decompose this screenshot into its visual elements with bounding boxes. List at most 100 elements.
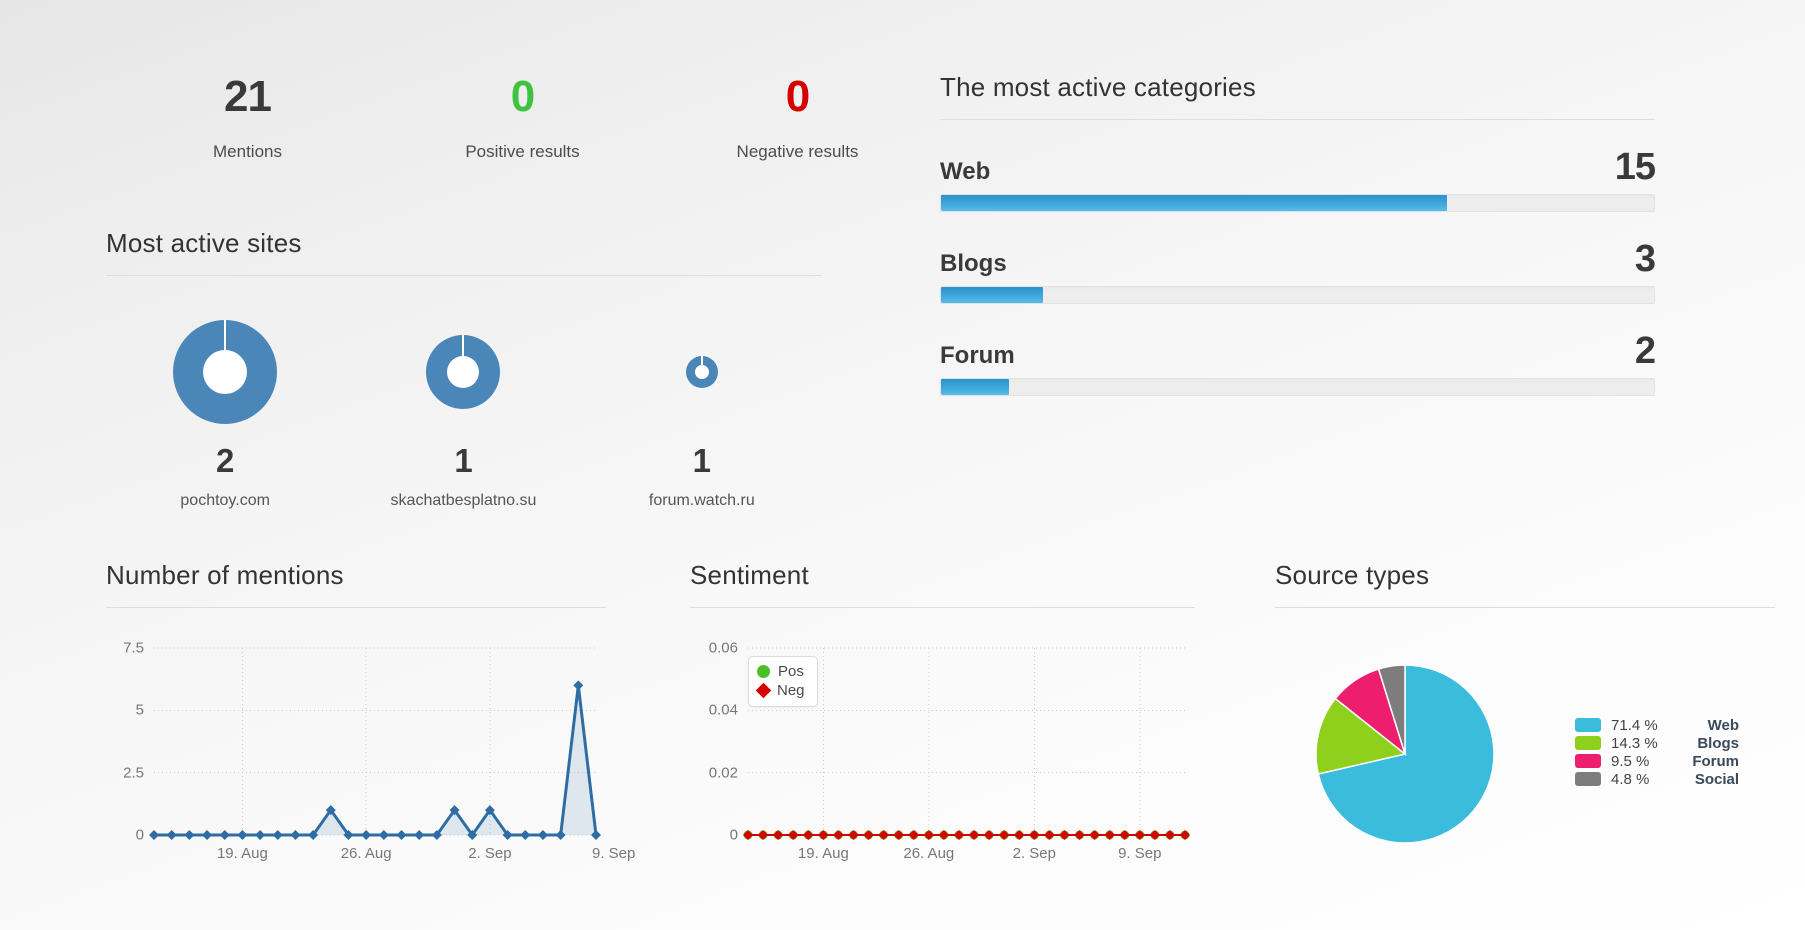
legend-color-swatch [1575,754,1601,768]
categories-list: Web 15 Blogs 3 Forum 2 [940,146,1656,396]
stat-value: 0 [785,72,810,121]
legend-percent: 71.4 % [1611,716,1658,734]
donut-chart-icon [424,318,502,426]
site-domain-label[interactable]: skachatbesplatno.su [391,492,537,510]
y-axis-tick-label: 0.04 [708,701,738,719]
y-axis-tick-label: 5 [135,701,144,719]
site-mention-count: 2 [215,442,235,479]
category-header: Forum 2 [940,330,1656,378]
category-bar-track [940,378,1655,396]
legend-color-swatch [1575,772,1601,786]
legend-item[interactable]: Pos [757,662,805,681]
category-item[interactable]: Web 15 [940,146,1656,212]
y-axis-tick-label: 0.06 [708,639,738,657]
legend-color-swatch [1575,718,1601,732]
legend-circle-icon [757,665,770,678]
most-active-categories-panel: The most active categories Web 15 Blogs 3 Fo… [940,72,1656,396]
y-axis-tick-label: 0 [729,826,738,844]
stat-mentions: 21 Mentions [110,72,385,162]
pie-legend: 71.4 % Web 14.3 % Blogs 9.5 % Forum 4.8 % Socia… [1575,716,1739,788]
site-domain-label[interactable]: forum.watch.ru [649,492,755,510]
legend-item[interactable]: 4.8 % Social [1575,770,1739,788]
source-types-plot-area: 71.4 % Web 14.3 % Blogs 9.5 % Forum 4.8 % Socia… [1275,634,1775,879]
stat-negative-results: 0 Negative results [660,72,935,162]
legend-label: Pos [778,663,804,680]
stat-value: 0 [510,72,535,121]
legend-label: Web [1707,716,1739,734]
category-item[interactable]: Blogs 3 [940,238,1656,304]
stat-label: Negative results [736,142,859,161]
mentions-chart-panel: Number of mentions 0 2.5 5 7.5 19. Aug 26. Au… [106,560,635,879]
donut-chart-icon [171,318,279,426]
category-name: Forum [940,342,1015,369]
x-axis-tick-label: 19. Aug [216,845,268,862]
section-divider [106,275,821,276]
section-title-categories: The most active categories [940,72,1256,102]
site-domain-label[interactable]: pochtoy.com [180,492,270,510]
section-title-sites: Most active sites [106,228,302,258]
section-divider [106,607,606,608]
donut-chart-icon [684,318,720,426]
category-header: Blogs 3 [940,238,1656,286]
x-axis-tick-label: 19. Aug [797,845,849,862]
legend-label: Neg [777,682,805,699]
section-divider [940,119,1655,120]
mentions-plot-area: 0 2.5 5 7.5 19. Aug 26. Aug 2. Sep 9. Sep [106,634,635,879]
legend-diamond-icon [755,682,772,699]
legend-item[interactable]: 9.5 % Forum [1575,752,1739,770]
category-value: 15 [1614,146,1656,188]
legend-item[interactable]: 14.3 % Blogs [1575,734,1739,752]
sentiment-plot-area: 0 0.02 0.04 0.06 19. Aug 26. Aug 2. Sep 9. Sep P… [690,634,1195,879]
y-axis-tick-label: 7.5 [123,639,144,657]
category-bar-track [940,286,1655,304]
summary-stats: 21 Mentions 0 Positive results 0 Negativ… [110,72,935,162]
legend-percent: 4.8 % [1611,770,1650,788]
legend-percent: 9.5 % [1611,752,1650,770]
category-value: 2 [1634,330,1656,372]
site-mention-count: 1 [454,442,473,479]
y-axis-tick-label: 0.02 [708,764,738,782]
stat-label: Mentions [213,142,282,161]
category-header: Web 15 [940,146,1656,194]
source-types-chart-panel: Source types 71.4 % Web 14.3 % Blogs 9.5 % Fo… [1275,560,1775,879]
category-value: 3 [1634,238,1656,280]
x-axis-tick-label: 9. Sep [591,845,636,862]
chart-svg [149,647,615,840]
chart-title-mentions: Number of mentions [106,560,344,590]
site-mention-count: 1 [692,442,711,479]
category-name: Blogs [940,250,1007,277]
y-axis-tick-label: 0 [135,826,144,844]
legend-color-swatch [1575,736,1601,750]
legend-label: Blogs [1697,734,1739,752]
category-bar-fill [941,195,1448,211]
category-bar-fill [941,379,1009,395]
chart-title-source-types: Source types [1275,560,1430,590]
section-divider [690,607,1195,608]
legend-label: Social [1694,770,1739,788]
legend-label: Forum [1692,752,1739,770]
stat-label: Positive results [465,142,580,161]
stat-positive-results: 0 Positive results [385,72,660,162]
legend-item[interactable]: Neg [755,681,805,700]
most-active-sites-panel: Most active sites 2 pochtoy.com 1 skachatbe… [106,228,821,510]
x-axis-tick-label: 2. Sep [468,845,512,862]
category-item[interactable]: Forum 2 [940,330,1656,396]
site-item[interactable]: 1 forum.watch.ru [583,318,821,510]
chart-title-sentiment: Sentiment [690,560,809,590]
stat-value: 21 [224,72,272,121]
sentiment-legend[interactable]: Pos Neg [748,656,818,707]
y-axis-tick-label: 2.5 [123,764,144,782]
x-axis-tick-label: 2. Sep [1012,845,1056,862]
site-item[interactable]: 2 pochtoy.com [106,318,344,510]
sites-list: 2 pochtoy.com 1 skachatbesplatno.su 1 forum.w… [106,318,821,510]
section-divider [1275,607,1775,608]
category-name: Web [940,158,991,185]
legend-percent: 14.3 % [1611,734,1658,752]
category-bar-track [940,194,1655,212]
site-item[interactable]: 1 skachatbesplatno.su [344,318,582,510]
legend-item[interactable]: 71.4 % Web [1575,716,1739,734]
x-axis-tick-label: 26. Aug [903,845,955,862]
x-axis-tick-label: 26. Aug [340,845,392,862]
x-axis-tick-label: 9. Sep [1118,845,1162,862]
sentiment-chart-panel: Sentiment 0 0.02 0.04 0.06 19. Aug 26. Aug 2. … [690,560,1195,879]
